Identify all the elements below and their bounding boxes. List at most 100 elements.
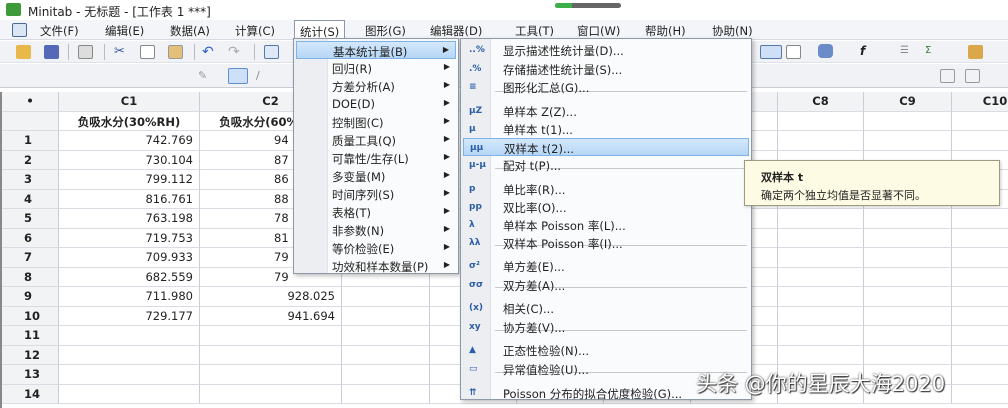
stat-menu-item[interactable]: 时间序列(S) ▶ — [296, 185, 456, 203]
menu-4[interactable]: 计算(C) — [235, 23, 275, 39]
data-cell[interactable] — [952, 307, 1008, 326]
stat-menu-item[interactable]: 非参数(N) ▶ — [296, 221, 456, 239]
data-cell[interactable] — [864, 345, 952, 365]
basic-stats-item[interactable]: λ 单样本 Poisson 率(L)... — [463, 216, 749, 234]
stat-menu-item[interactable]: 回归(R) ▶ — [296, 59, 456, 77]
data-cell[interactable] — [778, 248, 864, 268]
column-header[interactable]: C10 — [952, 92, 1008, 112]
data-cell[interactable]: 682.559 — [59, 267, 200, 287]
data-cell[interactable] — [200, 345, 342, 365]
basic-stats-item[interactable]: μ-μ 配对 t(P)... — [463, 156, 749, 174]
data-cell[interactable] — [778, 131, 864, 151]
basic-stats-item[interactable]: (x) 相关(C)... — [463, 299, 749, 317]
columns-icon[interactable] — [786, 45, 801, 59]
stat-menu-item[interactable]: 基本统计量(B) ▶ — [296, 41, 456, 59]
stat-menu-item[interactable]: 多变量(M) ▶ — [296, 167, 456, 185]
basic-stats-item[interactable]: p 单比率(R)... — [463, 180, 749, 198]
row-header[interactable]: 5 — [2, 209, 59, 229]
row-header[interactable]: 10 — [2, 306, 59, 326]
corner-cell[interactable]: • — [2, 92, 59, 112]
basic-stats-item[interactable]: ▲ 正态性检验(N)... — [463, 341, 749, 359]
row-header[interactable]: 1 — [2, 131, 59, 151]
data-cell[interactable]: 709.933 — [59, 248, 200, 268]
stat-menu-item[interactable]: 可靠性/生存(L) ▶ — [296, 149, 456, 167]
column-name-cell[interactable]: 负吸水分(30%RH) — [59, 111, 200, 131]
menu-2[interactable]: 编辑(E) — [105, 23, 144, 39]
data-cell[interactable] — [952, 229, 1008, 248]
menu-9[interactable]: 窗口(W) — [577, 23, 620, 39]
data-cell[interactable]: 711.980 — [59, 287, 200, 307]
column-name-cell[interactable] — [864, 111, 952, 131]
data-cell[interactable] — [864, 228, 952, 248]
basic-stats-item[interactable]: μμ 双样本 t(2)... — [463, 138, 749, 156]
frame-tool-icon[interactable] — [965, 69, 980, 83]
redo-icon[interactable]: ↷ — [228, 44, 243, 60]
data-cell[interactable] — [952, 287, 1008, 307]
open-folder-icon[interactable] — [16, 45, 31, 59]
data-cell[interactable] — [59, 326, 200, 346]
data-cell[interactable] — [778, 287, 864, 307]
basic-stats-item[interactable]: ..% 显示描述性统计量(D)... — [463, 41, 749, 59]
row-header[interactable]: 3 — [2, 170, 59, 190]
data-cell[interactable] — [864, 248, 952, 268]
data-cell[interactable] — [342, 345, 430, 365]
data-cell[interactable]: 816.761 — [59, 189, 200, 209]
data-cell[interactable] — [864, 209, 952, 229]
paste-icon[interactable] — [168, 45, 183, 59]
column-name-cell[interactable] — [778, 111, 864, 131]
data-cell[interactable]: 763.198 — [59, 209, 200, 229]
column-header[interactable]: C9 — [864, 92, 952, 112]
data-cell[interactable]: 719.753 — [59, 228, 200, 248]
data-cell[interactable] — [342, 306, 430, 326]
data-cell[interactable] — [778, 306, 864, 326]
data-cell[interactable] — [59, 345, 200, 365]
row-header[interactable]: 13 — [2, 365, 59, 385]
data-cell[interactable] — [200, 365, 342, 385]
select-icon[interactable] — [228, 68, 248, 84]
stat-menu-item[interactable]: 控制图(C) ▶ — [296, 113, 456, 131]
menu-11[interactable]: 协助(N) — [712, 23, 753, 39]
print-icon[interactable] — [78, 45, 93, 59]
menu-10[interactable]: 帮助(H) — [645, 23, 686, 39]
row-header[interactable]: 2 — [2, 150, 59, 170]
row-header[interactable]: 4 — [2, 189, 59, 209]
data-cell[interactable] — [778, 267, 864, 287]
data-cell[interactable] — [864, 326, 952, 346]
basic-stats-item[interactable]: λλ 双样本 Poisson 率(I)... — [463, 234, 749, 252]
insert-column-icon[interactable]: Σ — [925, 45, 940, 59]
stat-menu-item[interactable]: 方差分析(A) ▶ — [296, 77, 456, 95]
data-cell[interactable]: 799.112 — [59, 170, 200, 190]
basic-stats-item[interactable]: ≡ 图形化汇总(G)... — [463, 78, 749, 96]
column-header[interactable]: C1 — [59, 92, 200, 112]
data-cell[interactable] — [342, 384, 430, 404]
data-cell[interactable] — [952, 365, 1008, 385]
menu-3[interactable]: 数据(A) — [170, 23, 210, 39]
data-cell[interactable] — [59, 365, 200, 385]
undo-icon[interactable]: ↶ — [202, 44, 217, 60]
data-cell[interactable]: 729.177 — [59, 306, 200, 326]
row-header[interactable]: 12 — [2, 345, 59, 365]
basic-stats-item[interactable]: σ² 单方差(E)... — [463, 257, 749, 275]
stat-menu-item[interactable]: 等价检验(E) ▶ — [296, 239, 456, 257]
data-cell[interactable]: 928.025 — [200, 287, 342, 307]
insert-row-icon[interactable]: ☰ — [900, 45, 915, 59]
row-header[interactable]: 11 — [2, 326, 59, 346]
stat-menu-item[interactable]: 表格(T) ▶ — [296, 203, 456, 221]
worksheet-icon[interactable] — [12, 23, 27, 37]
data-cell[interactable] — [778, 228, 864, 248]
menu-7[interactable]: 编辑器(D) — [430, 23, 482, 39]
data-cell[interactable] — [952, 209, 1008, 229]
worksheet-view-icon[interactable] — [760, 45, 782, 59]
row-header[interactable]: 6 — [2, 228, 59, 248]
row-header[interactable]: 8 — [2, 267, 59, 287]
formula-icon[interactable]: f — [860, 44, 875, 58]
data-cell[interactable] — [864, 267, 952, 287]
close-all-graphs-icon[interactable] — [818, 44, 833, 58]
data-cell[interactable] — [952, 268, 1008, 287]
assistant-icon[interactable] — [968, 45, 983, 59]
basic-stats-item[interactable]: σσ 双方差(A)... — [463, 276, 749, 294]
menu-1[interactable]: 文件(F) — [40, 23, 79, 39]
stat-menu-item[interactable]: 功效和样本数量(P) ▶ — [296, 257, 456, 275]
data-cell[interactable] — [342, 287, 430, 307]
basic-stats-item[interactable]: μZ 单样本 Z(Z)... — [463, 102, 749, 120]
